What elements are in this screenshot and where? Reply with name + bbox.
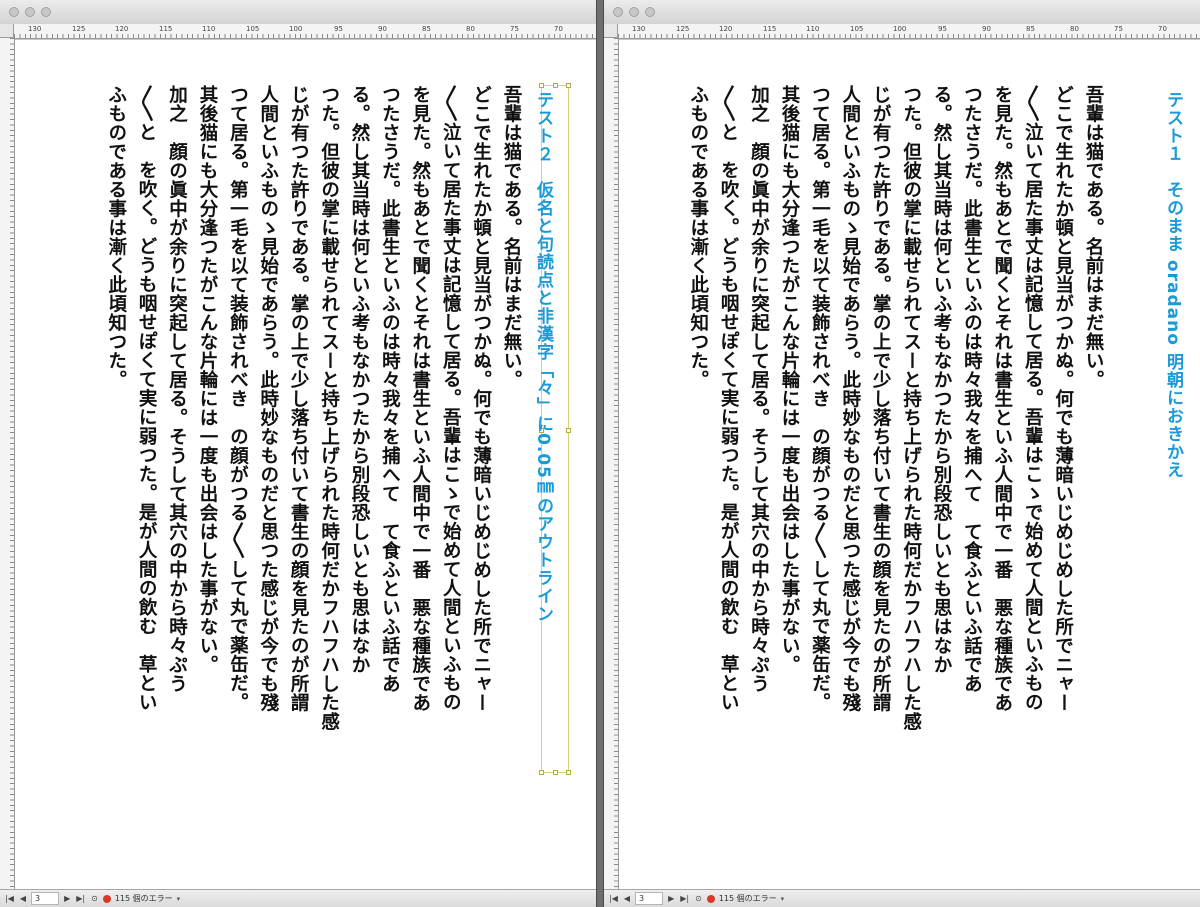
ruler-number: 100 xyxy=(893,25,907,33)
ruler-number: 70 xyxy=(554,25,563,33)
ruler-number: 105 xyxy=(246,25,260,33)
vertical-body-text[interactable]: 吾輩は猫である。名前はまだ無い。 どこで生れたか頓と見当がつかぬ。何でも薄暗いじ… xyxy=(56,85,526,845)
ruler-number: 105 xyxy=(850,25,864,33)
title-bar[interactable] xyxy=(0,0,596,25)
ruler-number: 95 xyxy=(938,25,947,33)
title-bar[interactable] xyxy=(604,0,1200,25)
zoom-button[interactable] xyxy=(645,7,655,17)
minimize-button[interactable] xyxy=(25,7,35,17)
ruler-number: 75 xyxy=(1114,25,1123,33)
page-edge xyxy=(15,39,596,40)
ruler-number: 80 xyxy=(1070,25,1079,33)
ruler-number: 115 xyxy=(159,25,173,33)
frame-handle[interactable] xyxy=(553,770,558,775)
page-heading[interactable]: テスト２ 仮名と句読点と非漢字「々」に0.05㎜のアウトライン xyxy=(531,91,556,731)
horizontal-ruler[interactable]: 130 125 120 115 110 105 100 95 90 85 80 … xyxy=(14,24,596,39)
prev-page-button[interactable]: ◀ xyxy=(623,893,631,905)
first-page-button[interactable]: |◀ xyxy=(4,893,15,905)
frame-handle[interactable] xyxy=(553,83,558,88)
ruler-number: 130 xyxy=(28,25,42,33)
page-edge xyxy=(619,39,1200,40)
chevron-down-icon[interactable]: ▾ xyxy=(177,895,181,903)
prev-page-button[interactable]: ◀ xyxy=(19,893,27,905)
horizontal-ruler[interactable]: 130 125 120 115 110 105 100 95 90 85 80 … xyxy=(618,24,1200,39)
page-heading[interactable]: テスト１ そのまま oradano 明朝におきかえ xyxy=(1161,91,1186,551)
ruler-number: 125 xyxy=(676,25,690,33)
ruler-number: 110 xyxy=(806,25,820,33)
status-bar: |◀ ◀ 3 ▶ ▶| ⊙ 115 個のエラー ▾ xyxy=(604,889,1200,907)
preflight-icon[interactable]: ⊙ xyxy=(694,893,703,905)
frame-handle[interactable] xyxy=(566,428,571,433)
frame-handle[interactable] xyxy=(566,770,571,775)
ruler-number: 90 xyxy=(378,25,387,33)
zoom-button[interactable] xyxy=(41,7,51,17)
next-page-button[interactable]: ▶ xyxy=(63,893,71,905)
ruler-number: 85 xyxy=(1026,25,1035,33)
ruler-number: 110 xyxy=(202,25,216,33)
chevron-down-icon[interactable]: ▾ xyxy=(781,895,785,903)
vertical-ruler[interactable] xyxy=(604,38,619,889)
page-canvas[interactable]: テスト２ 仮名と句読点と非漢字「々」に0.05㎜のアウトライン 吾輩は猫である。… xyxy=(15,39,596,889)
preflight-error-count[interactable]: 115 個のエラー xyxy=(115,893,173,904)
frame-handle[interactable] xyxy=(566,83,571,88)
status-bar: |◀ ◀ 3 ▶ ▶| ⊙ 115 個のエラー ▾ xyxy=(0,889,596,907)
preflight-error-count[interactable]: 115 個のエラー xyxy=(719,893,777,904)
ruler-number: 80 xyxy=(466,25,475,33)
page-number-field[interactable]: 3 xyxy=(635,892,664,905)
close-button[interactable] xyxy=(9,7,19,17)
ruler-number: 70 xyxy=(1158,25,1167,33)
ruler-number: 120 xyxy=(115,25,129,33)
frame-handle[interactable] xyxy=(539,770,544,775)
last-page-button[interactable]: ▶| xyxy=(679,893,690,905)
ruler-number: 90 xyxy=(982,25,991,33)
ruler-origin[interactable] xyxy=(0,24,14,38)
preflight-icon[interactable]: ⊙ xyxy=(90,893,99,905)
vertical-body-text[interactable]: 吾輩は猫である。名前はまだ無い。 どこで生れたか頓と見当がつかぬ。何でも薄暗いじ… xyxy=(658,85,1108,845)
error-indicator-icon xyxy=(102,894,111,903)
ruler-number: 125 xyxy=(72,25,86,33)
ruler-number: 115 xyxy=(763,25,777,33)
frame-handle[interactable] xyxy=(539,83,544,88)
ruler-number: 95 xyxy=(334,25,343,33)
page-number-field[interactable]: 3 xyxy=(31,892,60,905)
ruler-origin[interactable] xyxy=(604,24,618,38)
ruler-number: 130 xyxy=(632,25,646,33)
ruler-number: 120 xyxy=(719,25,733,33)
document-window-left: 130 125 120 115 110 105 100 95 90 85 80 … xyxy=(0,0,596,907)
minimize-button[interactable] xyxy=(629,7,639,17)
document-window-right: 130 125 120 115 110 105 100 95 90 85 80 … xyxy=(604,0,1200,907)
first-page-button[interactable]: |◀ xyxy=(608,893,619,905)
vertical-ruler[interactable] xyxy=(0,38,15,889)
error-indicator-icon xyxy=(706,894,715,903)
next-page-button[interactable]: ▶ xyxy=(667,893,675,905)
ruler-number: 100 xyxy=(289,25,303,33)
ruler-number: 85 xyxy=(422,25,431,33)
ruler-number: 75 xyxy=(510,25,519,33)
page-canvas[interactable]: テスト１ そのまま oradano 明朝におきかえ 吾輩は猫である。名前はまだ無… xyxy=(619,39,1200,889)
last-page-button[interactable]: ▶| xyxy=(75,893,86,905)
close-button[interactable] xyxy=(613,7,623,17)
